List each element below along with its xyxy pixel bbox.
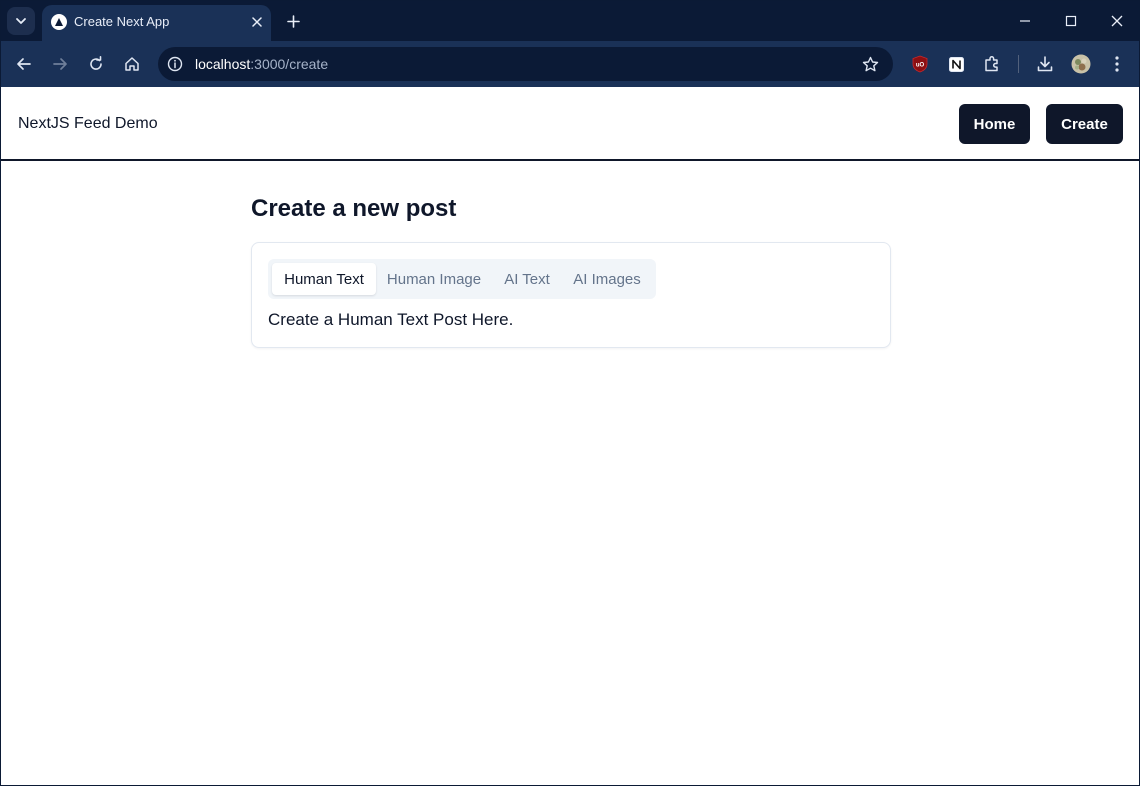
tab-title: Create Next App <box>74 14 170 29</box>
forward-arrow-icon <box>53 58 67 70</box>
tab-search-button[interactable] <box>7 7 35 35</box>
bookmark-button[interactable] <box>860 54 880 74</box>
minimize-icon <box>1020 20 1030 22</box>
svg-text:uO: uO <box>916 63 925 69</box>
web-page: NextJS Feed Demo Home Create Create a ne… <box>1 87 1139 785</box>
nextjs-favicon-icon <box>51 14 67 30</box>
reload-icon <box>90 56 102 70</box>
profile-button[interactable] <box>1070 53 1092 75</box>
close-window-button[interactable] <box>1105 9 1129 33</box>
post-type-tabs: Human Text Human Image AI Text AI Images <box>268 259 656 299</box>
tab-human-text[interactable]: Human Text <box>272 263 376 295</box>
download-icon <box>1037 56 1053 72</box>
site-header: NextJS Feed Demo Home Create <box>1 87 1139 161</box>
forward-button[interactable] <box>48 52 72 76</box>
site-info-button[interactable] <box>166 55 184 73</box>
tab-close-button[interactable] <box>248 13 266 31</box>
page-title: Create a new post <box>251 195 457 222</box>
puzzle-icon <box>985 55 998 72</box>
new-tab-button[interactable] <box>283 11 303 31</box>
url-path: :3000/create <box>250 56 329 72</box>
address-bar[interactable]: localhost:3000/create <box>158 47 893 81</box>
star-icon <box>862 56 878 71</box>
browser-window: Create Next App localhost:3000/create uO… <box>0 0 1140 786</box>
close-icon <box>1111 15 1123 27</box>
create-nav-button[interactable]: Create <box>1046 104 1123 144</box>
ublock-extension-button[interactable]: uO <box>909 53 931 75</box>
plus-icon <box>286 14 300 28</box>
address-url[interactable]: localhost:3000/create <box>195 56 328 72</box>
menu-button[interactable] <box>1106 53 1128 75</box>
close-icon <box>252 17 262 27</box>
reload-button[interactable] <box>84 52 108 76</box>
minimize-button[interactable] <box>1013 9 1037 33</box>
tab-ai-images[interactable]: AI Images <box>564 263 650 295</box>
post-card: Human Text Human Image AI Text AI Images… <box>251 242 891 348</box>
tab-ai-text[interactable]: AI Text <box>494 263 560 295</box>
toolbar-separator <box>1018 55 1019 73</box>
home-nav-button[interactable]: Home <box>959 104 1030 144</box>
back-button[interactable] <box>12 52 36 76</box>
notion-extension-button[interactable] <box>945 53 967 75</box>
downloads-button[interactable] <box>1034 53 1056 75</box>
back-arrow-icon <box>17 58 31 70</box>
info-icon <box>167 56 183 72</box>
maximize-icon <box>1065 15 1077 27</box>
notion-icon <box>948 56 964 72</box>
extensions-button[interactable] <box>981 53 1003 75</box>
chevron-down-icon <box>16 18 26 24</box>
site-brand: NextJS Feed Demo <box>18 115 158 132</box>
ublock-shield-icon: uO <box>912 55 928 73</box>
avatar-icon <box>1071 54 1091 74</box>
url-host: localhost <box>195 56 251 72</box>
browser-tab-active[interactable]: Create Next App <box>42 5 271 41</box>
maximize-button[interactable] <box>1059 9 1083 33</box>
home-icon <box>125 57 139 71</box>
tab-human-image[interactable]: Human Image <box>378 263 490 295</box>
more-vertical-icon <box>1115 56 1119 72</box>
tab-panel-text: Create a Human Text Post Here. <box>268 310 514 329</box>
browser-toolbar: localhost:3000/create uO <box>1 41 1139 87</box>
home-button[interactable] <box>120 52 144 76</box>
tab-strip: Create Next App <box>1 1 1139 41</box>
